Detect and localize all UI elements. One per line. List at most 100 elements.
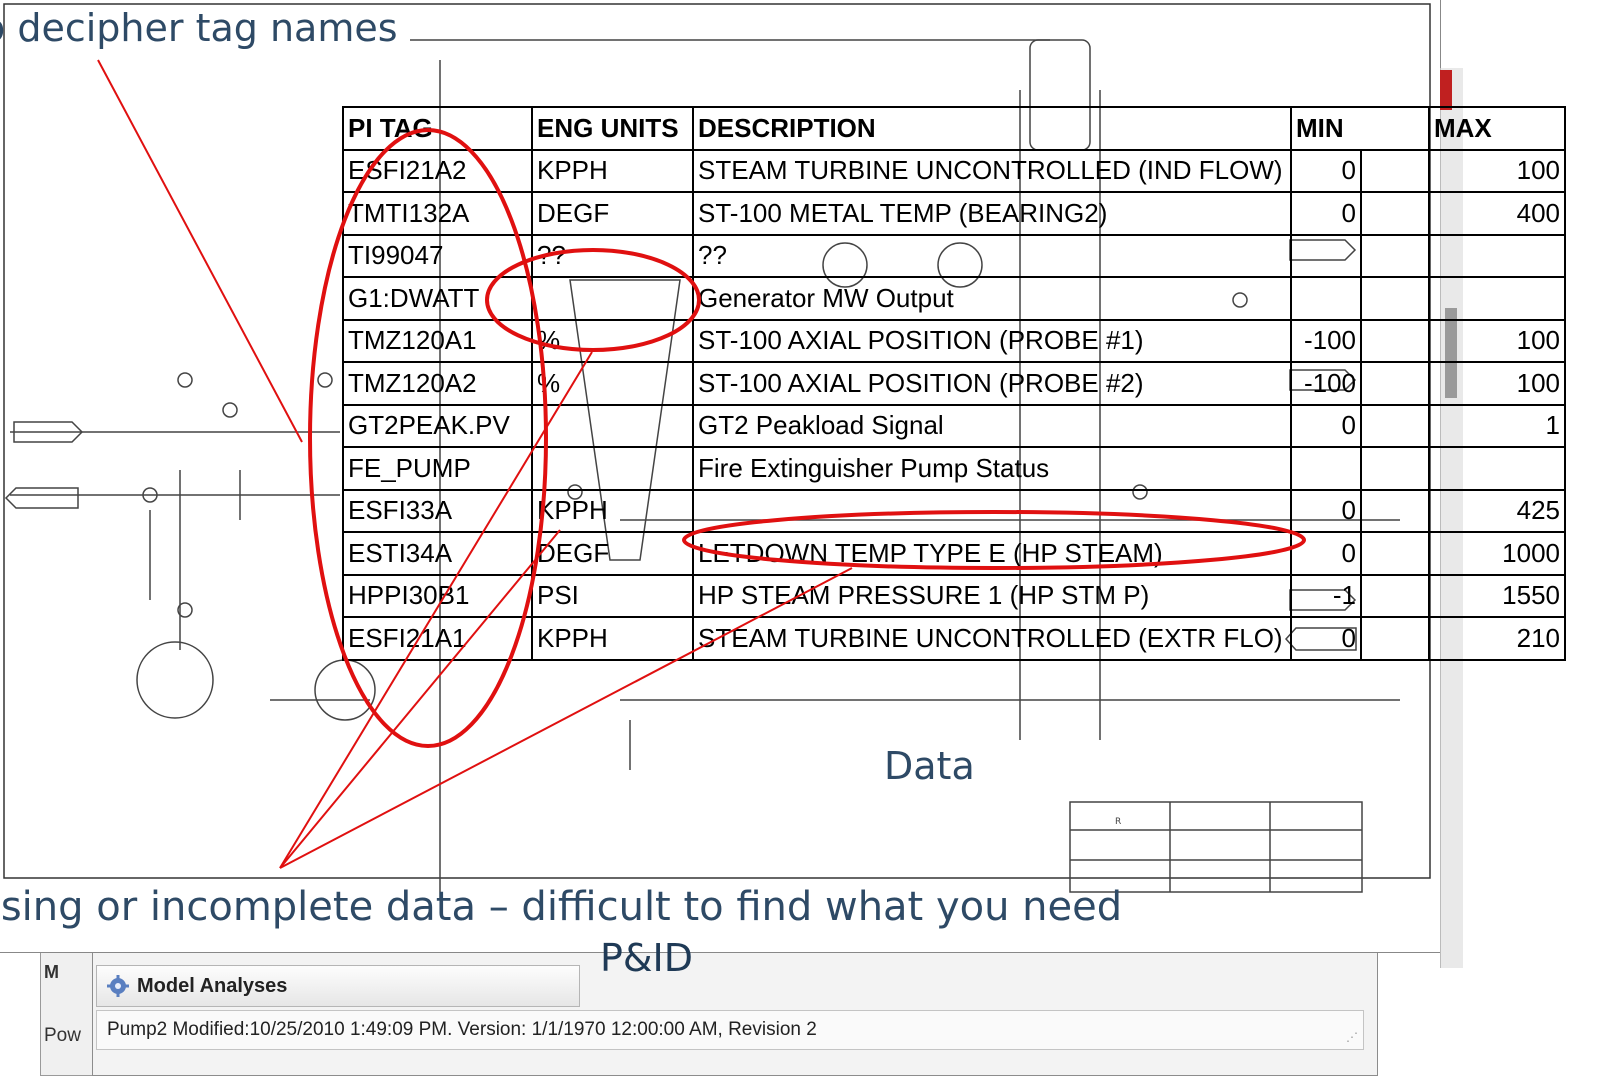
table-row: TMZ120A1% ST-100 AXIAL POSITION (PROBE #1… (342, 318, 1566, 363)
cell-description: HP STEAM PRESSURE 1 (HP STM P) (692, 573, 1292, 618)
cell-description: GT2 Peakload Signal (692, 403, 1292, 448)
cell-description: Generator MW Output (692, 276, 1292, 321)
cell-description: STEAM TURBINE UNCONTROLLED (IND FLOW) (692, 148, 1292, 193)
cell-pi-tag: ESFI21A2 (342, 148, 533, 193)
cell-pi-tag: GT2PEAK.PV (342, 403, 533, 448)
col-header-min: MIN (1290, 106, 1430, 151)
cell-eng-units: KPPH (531, 488, 694, 533)
cell-description: STEAM TURBINE UNCONTROLLED (EXTR FLO) (692, 616, 1292, 661)
cell-description: Fire Extinguisher Pump Status (692, 446, 1292, 491)
cell-eng-units: % (531, 361, 694, 406)
cell-min: 0 (1290, 191, 1362, 236)
cell-eng-units: ?? (531, 233, 694, 278)
annotation-missing-data: ssing or incomplete data – difficult to … (0, 884, 1123, 930)
cell-spacer (1360, 148, 1430, 193)
cell-max: 210 (1428, 616, 1566, 661)
data-caption: Data (884, 744, 975, 788)
col-header-pi-tag: PI TAG (342, 106, 533, 151)
cell-eng-units (531, 403, 694, 448)
cell-max: 1 (1428, 403, 1566, 448)
pi-tag-table: PI TAG ENG UNITS DESCRIPTION MIN MAX ESF… (342, 106, 1566, 661)
table-row: ESFI21A1 KPPH STEAM TURBINE UNCONTROLLED (… (342, 616, 1566, 661)
cell-description: ST-100 METAL TEMP (BEARING2) (692, 191, 1292, 236)
cell-eng-units: DEGF (531, 531, 694, 576)
cell-pi-tag: ESFI21A1 (342, 616, 533, 661)
cell-min: -1 (1290, 573, 1362, 618)
cell-min: -100 (1290, 361, 1362, 406)
cell-spacer (1360, 318, 1430, 363)
cell-spacer (1360, 403, 1430, 448)
cell-max: 100 (1428, 318, 1566, 363)
resize-grip-icon[interactable]: ⋰ (1346, 1030, 1358, 1044)
cell-description: ST-100 AXIAL POSITION (PROBE #2) (692, 361, 1292, 406)
table-row: TMTI132A DEGF ST-100 METAL TEMP (BEARING2)… (342, 191, 1566, 236)
cell-pi-tag: TMZ120A2 (342, 361, 533, 406)
back-window-title: M (44, 962, 59, 982)
col-header-description: DESCRIPTION (692, 106, 1292, 151)
cell-min (1290, 233, 1362, 278)
table-row: ESTI34A DEGF LETDOWN TEMP TYPE E (HP STEAM… (342, 531, 1566, 576)
col-header-eng-units: ENG UNITS (531, 106, 694, 151)
status-bar: Pump2 Modified:10/25/2010 1:49:09 PM. Ve… (96, 1010, 1364, 1050)
cell-eng-units: % (531, 318, 694, 363)
cell-min: -100 (1290, 318, 1362, 363)
cell-description: LETDOWN TEMP TYPE E (HP STEAM) (692, 531, 1292, 576)
title-block-logo-mark: R (1115, 817, 1121, 827)
cell-max: 1000 (1428, 531, 1566, 576)
cell-spacer (1360, 276, 1430, 321)
cell-min: 0 (1290, 403, 1362, 448)
cell-spacer (1360, 616, 1430, 661)
table-row: FE_PUMP Fire Extinguisher Pump Status (342, 446, 1566, 491)
cell-min: 0 (1290, 488, 1362, 533)
cell-description: ?? (692, 233, 1292, 278)
cell-pi-tag: TMZ120A1 (342, 318, 533, 363)
pid-caption: P&ID (600, 936, 694, 980)
cell-pi-tag: TI99047 (342, 233, 533, 278)
cell-spacer (1360, 531, 1430, 576)
cell-pi-tag: ESTI34A (342, 531, 533, 576)
cell-min (1290, 446, 1362, 491)
model-analyses-title: Model Analyses (137, 974, 288, 997)
cell-eng-units (531, 276, 694, 321)
cell-spacer (1360, 361, 1430, 406)
cell-max: 100 (1428, 148, 1566, 193)
table-row: G1:DWATT Generator MW Output (342, 276, 1566, 321)
cell-spacer (1360, 488, 1430, 533)
cell-min: 0 (1290, 148, 1362, 193)
annotation-decipher-tags: o decipher tag names (0, 6, 398, 50)
cell-eng-units: KPPH (531, 148, 694, 193)
cell-eng-units: DEGF (531, 191, 694, 236)
cell-min: 0 (1290, 616, 1362, 661)
col-header-max: MAX (1428, 106, 1566, 151)
cell-spacer (1360, 573, 1430, 618)
back-window-tab[interactable]: Pow (44, 1025, 81, 1047)
close-tab-icon[interactable] (1440, 70, 1452, 110)
cell-eng-units: KPPH (531, 616, 694, 661)
cell-max: 425 (1428, 488, 1566, 533)
cell-pi-tag: FE_PUMP (342, 446, 533, 491)
table-row: GT2PEAK.PV GT2 Peakload Signal 0 1 (342, 403, 1566, 448)
cell-pi-tag: HPPI30B1 (342, 573, 533, 618)
cell-eng-units (531, 446, 694, 491)
cell-max: 1550 (1428, 573, 1566, 618)
table-header-row: PI TAG ENG UNITS DESCRIPTION MIN MAX (342, 106, 1566, 151)
cell-pi-tag: TMTI132A (342, 191, 533, 236)
cell-spacer (1360, 191, 1430, 236)
table-row: HPPI30B1 PSI HP STEAM PRESSURE 1 (HP STM P… (342, 573, 1566, 618)
cell-max (1428, 233, 1566, 278)
cell-spacer (1360, 446, 1430, 491)
cell-eng-units: PSI (531, 573, 694, 618)
cell-max (1428, 276, 1566, 321)
cell-description: ST-100 AXIAL POSITION (PROBE #1) (692, 318, 1292, 363)
table-row: ESFI33A KPPH 0 425 (342, 488, 1566, 533)
cell-max (1428, 446, 1566, 491)
cell-max: 100 (1428, 361, 1566, 406)
gear-icon (107, 975, 129, 997)
cell-min (1290, 276, 1362, 321)
table-row: TMZ120A2% ST-100 AXIAL POSITION (PROBE #2… (342, 361, 1566, 406)
cell-pi-tag: G1:DWATT (342, 276, 533, 321)
cell-spacer (1360, 233, 1430, 278)
cell-description (692, 488, 1292, 533)
cell-min: 0 (1290, 531, 1362, 576)
model-analyses-header[interactable]: Model Analyses (96, 965, 580, 1007)
